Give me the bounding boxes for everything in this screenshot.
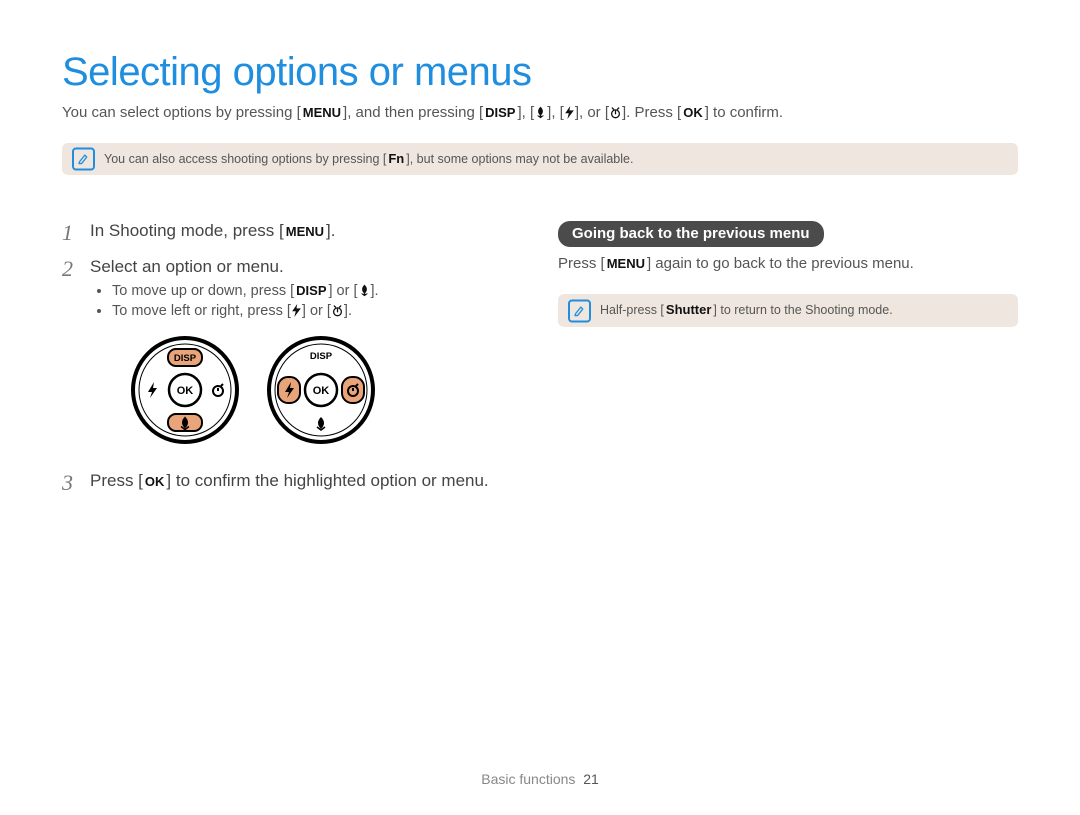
step-1: 1 In Shooting mode, press [MENU]. <box>62 221 522 247</box>
menu-key-label: MENU <box>301 105 343 122</box>
control-dial-illustrations: OK DISP <box>130 335 522 445</box>
menu-key-label: MENU <box>284 224 326 239</box>
info-note-top: You can also access shooting options by … <box>62 143 1018 176</box>
control-dial-horizontal: OK DISP <box>266 335 376 445</box>
macro-icon <box>358 284 371 301</box>
back-menu-text: Press [MENU] again to go back to the pre… <box>558 255 1018 272</box>
step-number: 3 <box>62 471 78 497</box>
flash-icon <box>564 105 575 125</box>
disp-label: DISP <box>174 353 197 364</box>
intro-paragraph: You can select options by pressing [MENU… <box>62 103 1018 125</box>
note-icon <box>568 299 591 322</box>
page-title: Selecting options or menus <box>62 50 1018 95</box>
ok-key-label: OK <box>143 474 167 489</box>
info-note-right: Half-press [Shutter] to return to the Sh… <box>558 294 1018 327</box>
flash-icon <box>291 304 302 321</box>
ok-label: OK <box>177 385 194 397</box>
section-name: Basic functions <box>481 771 575 787</box>
two-column-layout: 1 In Shooting mode, press [MENU]. 2 Sele… <box>62 221 1018 507</box>
disp-key-label: DISP <box>483 105 517 122</box>
note-icon <box>72 147 95 170</box>
disp-label: DISP <box>310 351 333 362</box>
step-2-text: Select an option or menu. <box>90 257 522 277</box>
page-footer: Basic functions 21 <box>0 771 1080 787</box>
left-column: 1 In Shooting mode, press [MENU]. 2 Sele… <box>62 221 522 507</box>
step-3-text: Press [OK] to confirm the highlighted op… <box>90 471 522 491</box>
step-2: 2 Select an option or menu. To move up o… <box>62 257 522 461</box>
ok-key-label: OK <box>681 105 705 122</box>
menu-key-label: MENU <box>605 256 647 271</box>
fn-key-label: Fn <box>386 151 406 168</box>
step-1-text: In Shooting mode, press [MENU]. <box>90 221 522 241</box>
right-column: Going back to the previous menu Press [M… <box>558 221 1018 507</box>
bullet-item: To move up or down, press [DISP] or []. <box>112 283 522 301</box>
section-pill: Going back to the previous menu <box>558 221 824 247</box>
timer-icon <box>609 105 622 125</box>
step-number: 2 <box>62 257 78 461</box>
shutter-key-label: Shutter <box>664 302 714 319</box>
step-3: 3 Press [OK] to confirm the highlighted … <box>62 471 522 497</box>
disp-key-label: DISP <box>294 283 328 298</box>
timer-icon <box>331 304 344 321</box>
page-number: 21 <box>583 771 599 787</box>
ok-label: OK <box>313 385 330 397</box>
manual-page: Selecting options or menus You can selec… <box>0 0 1080 815</box>
control-dial-vertical: OK DISP <box>130 335 240 445</box>
step-number: 1 <box>62 221 78 247</box>
step-2-bullets: To move up or down, press [DISP] or []. … <box>90 283 522 321</box>
bullet-item: To move left or right, press [] or []. <box>112 303 522 321</box>
macro-icon <box>534 105 547 125</box>
